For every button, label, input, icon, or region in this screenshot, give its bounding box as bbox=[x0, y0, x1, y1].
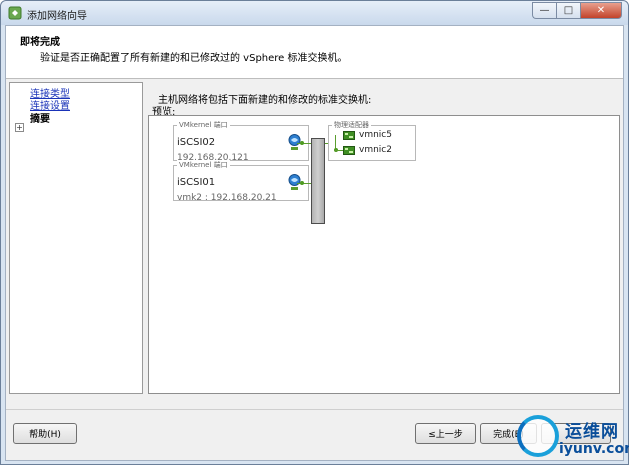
page-subtitle: 验证是否正确配置了所有新建的和已修改过的 vSphere 标准交换机。 bbox=[40, 53, 348, 64]
watermark-title: 运维网 bbox=[565, 422, 619, 442]
adapter-link bbox=[335, 150, 343, 151]
minimize-icon: — bbox=[539, 5, 550, 16]
minimize-button[interactable]: — bbox=[532, 2, 556, 19]
wizard-window: 添加网络向导 — □ ✕ 即将完成 验证是否正确配置了所有新建的和已修改过的 v… bbox=[0, 0, 629, 465]
page-title: 即将完成 bbox=[20, 37, 60, 48]
network-preview: VMkernel 端口 iSCSI02 192.168.20.121 VMker… bbox=[148, 115, 620, 394]
adapter-name: vmnic2 bbox=[359, 145, 392, 155]
window-controls: — □ ✕ bbox=[532, 2, 622, 20]
port-group-ip: vmk2 : 192.168.20.21 bbox=[177, 193, 277, 203]
help-button[interactable]: 帮助(H) bbox=[13, 423, 77, 444]
port-group-name: iSCSI02 bbox=[177, 137, 216, 148]
watermark-url: iyunv.com bbox=[559, 441, 629, 457]
summary-caption: 主机网络将包括下面新建的和修改的标准交换机: bbox=[158, 95, 372, 106]
watermark-ring-icon bbox=[517, 415, 559, 457]
wizard-steps: 连接类型 + 连接设置 摘要 bbox=[9, 82, 143, 394]
port-group-legend: VMkernel 端口 bbox=[177, 120, 230, 130]
close-button[interactable]: ✕ bbox=[580, 2, 622, 19]
vsphere-app-icon bbox=[8, 6, 22, 20]
virtual-switch bbox=[311, 138, 325, 224]
port-group-name: iSCSI01 bbox=[177, 177, 216, 188]
maximize-button[interactable]: □ bbox=[556, 2, 580, 19]
port-group-legend: VMkernel 端口 bbox=[177, 160, 230, 170]
network-adapter-icon bbox=[343, 131, 355, 140]
close-icon: ✕ bbox=[596, 5, 606, 16]
expand-icon[interactable]: + bbox=[15, 123, 24, 132]
adapter-name: vmnic5 bbox=[359, 130, 392, 140]
network-adapter-icon bbox=[343, 146, 355, 155]
wizard-header: 即将完成 验证是否正确配置了所有新建的和已修改过的 vSphere 标准交换机。 bbox=[6, 26, 623, 79]
footer-divider bbox=[6, 409, 623, 410]
wizard-client: 即将完成 验证是否正确配置了所有新建的和已修改过的 vSphere 标准交换机。… bbox=[5, 25, 624, 461]
maximize-icon: □ bbox=[563, 5, 574, 16]
port-group-iscsi02: VMkernel 端口 iSCSI02 192.168.20.121 bbox=[173, 120, 309, 163]
link-dot bbox=[300, 141, 304, 145]
window-title: 添加网络向导 bbox=[27, 11, 87, 22]
step-summary: 摘要 bbox=[30, 114, 50, 125]
adapters-legend: 物理适配器 bbox=[332, 120, 371, 130]
physical-adapters: 物理适配器 vmnic5 vmnic2 bbox=[328, 120, 416, 161]
title-bar[interactable]: 添加网络向导 — □ ✕ bbox=[1, 1, 628, 25]
port-group-iscsi01: VMkernel 端口 iSCSI01 vmk2 : 192.168.20.21 bbox=[173, 160, 309, 203]
watermark-logo: 运维网 iyunv.com bbox=[517, 411, 629, 463]
back-button[interactable]: ≤上一步 bbox=[415, 423, 476, 444]
link-dot bbox=[300, 181, 304, 185]
